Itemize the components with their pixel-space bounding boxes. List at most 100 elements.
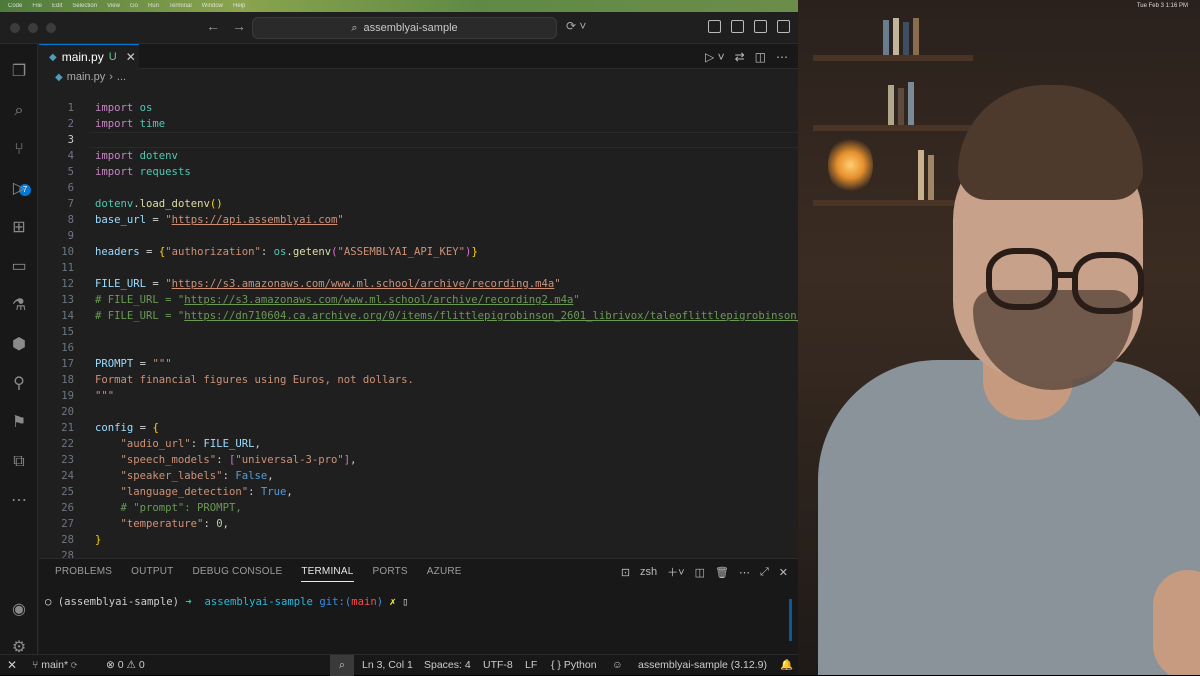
more-icon[interactable]: ⋯ bbox=[739, 566, 750, 579]
code-line: FILE_URL = "https://s3.amazonaws.com/www… bbox=[95, 278, 561, 290]
terminal-scrollbar[interactable] bbox=[789, 599, 792, 641]
more-icon[interactable]: ⋯ bbox=[9, 491, 29, 511]
tab-main-py[interactable]: ◆ main.py U ✕ bbox=[39, 44, 139, 69]
cursor-position[interactable]: Ln 3, Col 1 bbox=[362, 655, 413, 676]
source-control-icon[interactable]: ⑂ bbox=[9, 140, 29, 160]
menu-item[interactable]: File bbox=[32, 3, 42, 9]
search-icon[interactable]: ⌕ bbox=[9, 101, 29, 121]
remote-explorer-icon[interactable]: ▭ bbox=[9, 257, 29, 277]
menu-item[interactable]: Code bbox=[8, 3, 22, 9]
more-actions-icon[interactable]: ⋯ bbox=[776, 50, 788, 64]
explorer-icon[interactable]: ❐ bbox=[9, 62, 29, 82]
forward-arrow-icon[interactable]: → bbox=[232, 18, 246, 34]
webcam-overlay: Tue Feb 3 1:16 PM bbox=[798, 0, 1200, 675]
book bbox=[913, 18, 919, 55]
encoding[interactable]: UTF-8 bbox=[483, 655, 513, 676]
notifications-icon[interactable]: 🔔 bbox=[780, 655, 793, 676]
copilot-icon[interactable]: ⟳ ˅ bbox=[566, 19, 586, 33]
title-bar: ← → ⌕ assemblyai-sample ⟳ ˅ bbox=[0, 12, 798, 44]
bookmark-icon[interactable]: ⚑ bbox=[9, 413, 29, 433]
prompt-env: (assemblyai-sample) bbox=[57, 596, 179, 608]
panel-tabs: PROBLEMS OUTPUT DEBUG CONSOLE TERMINAL P… bbox=[55, 566, 481, 582]
extensions-icon[interactable]: ⊞ bbox=[9, 218, 29, 238]
account-icon[interactable]: ◉ bbox=[9, 600, 29, 620]
line-number: 21 bbox=[61, 422, 74, 434]
tab-label: main.py bbox=[61, 50, 104, 64]
split-editor-icon[interactable]: ◫ bbox=[755, 50, 766, 64]
indentation[interactable]: Spaces: 4 bbox=[424, 655, 471, 676]
tab-ports[interactable]: PORTS bbox=[373, 566, 408, 582]
close-icon[interactable]: ✕ bbox=[126, 50, 136, 64]
split-terminal-icon[interactable]: ◫ bbox=[695, 566, 705, 579]
book bbox=[898, 88, 904, 125]
breadcrumb-more[interactable]: ... bbox=[117, 71, 126, 83]
menu-item[interactable]: Go bbox=[130, 3, 138, 9]
add-terminal-icon[interactable]: ＋˅ bbox=[667, 564, 684, 580]
close-icon[interactable]: ✕ bbox=[779, 566, 788, 579]
code-line: "speech_models": ["universal-3-pro"], bbox=[120, 454, 357, 466]
tab-terminal[interactable]: TERMINAL bbox=[301, 566, 354, 582]
line-number: 5 bbox=[67, 166, 74, 178]
menu-item[interactable]: Terminal bbox=[169, 3, 192, 9]
trash-icon[interactable]: 🗑 bbox=[715, 566, 729, 579]
shell-label[interactable]: zsh bbox=[640, 566, 657, 578]
tab-azure[interactable]: AZURE bbox=[427, 566, 462, 582]
code-line: PROMPT = """ bbox=[95, 358, 172, 370]
prompt-git: git:( bbox=[319, 596, 352, 608]
remote-icon[interactable]: ✕ bbox=[0, 655, 24, 676]
code-editor[interactable]: 1 import os 2 import time 3 4 import dotenv… bbox=[39, 88, 803, 558]
menu-item[interactable]: Run bbox=[148, 3, 159, 9]
maximize-icon[interactable]: ⤢ bbox=[760, 566, 769, 579]
python-interpreter[interactable]: assemblyai-sample (3.12.9) bbox=[638, 655, 767, 676]
python-icon[interactable]: ⚲ bbox=[9, 374, 29, 394]
line-ending[interactable]: LF bbox=[525, 655, 537, 676]
prompt-dirty: ✗ bbox=[389, 596, 396, 608]
git-branch-icon: ⑂ bbox=[32, 659, 42, 671]
zoom-icon[interactable]: ⌕ bbox=[330, 655, 354, 676]
run-debug-icon[interactable]: ▷ bbox=[9, 179, 29, 199]
menu-item[interactable]: Window bbox=[202, 3, 223, 9]
line-number: 17 bbox=[61, 358, 74, 370]
mac-menubar: Code File Edit Selection View Go Run Ter… bbox=[0, 0, 798, 12]
braces-icon: { } bbox=[551, 659, 564, 671]
line-number: 3 bbox=[67, 134, 74, 146]
copilot-status-icon[interactable]: ☺ bbox=[612, 655, 623, 676]
tab-output[interactable]: OUTPUT bbox=[131, 566, 173, 582]
line-number: 28 bbox=[61, 550, 74, 558]
tab-problems[interactable]: PROBLEMS bbox=[55, 566, 112, 582]
toggle-panel-icon[interactable] bbox=[754, 20, 767, 33]
nav-arrows: ← → bbox=[206, 18, 246, 34]
customize-layout-icon[interactable] bbox=[708, 20, 721, 33]
menu-item[interactable]: Selection bbox=[72, 3, 97, 9]
line-number: 27 bbox=[61, 518, 74, 530]
book bbox=[928, 155, 934, 200]
menu-item[interactable]: Edit bbox=[52, 3, 62, 9]
toggle-sidebar-icon[interactable] bbox=[731, 20, 744, 33]
language-mode[interactable]: { } Python bbox=[551, 655, 597, 676]
menu-item[interactable]: View bbox=[107, 3, 120, 9]
line-number: 1 bbox=[67, 102, 74, 114]
window-controls[interactable] bbox=[10, 23, 56, 33]
run-icon[interactable]: ▷ ˅ bbox=[705, 50, 725, 64]
status-bar: ✕ ⑂ main* ⟳ ⊗ 0 ⚠ 0 ⌕ Ln 3, Col 1 Spaces… bbox=[0, 654, 798, 676]
breadcrumb-file[interactable]: main.py bbox=[67, 71, 106, 83]
line-number: 12 bbox=[61, 278, 74, 290]
warning-icon: ⚠ bbox=[126, 659, 139, 671]
azure-icon[interactable]: ⧉ bbox=[9, 452, 29, 472]
menu-item[interactable]: Help bbox=[233, 3, 245, 9]
testing-icon[interactable]: ⚗ bbox=[9, 296, 29, 316]
toggle-secondary-sidebar-icon[interactable] bbox=[777, 20, 790, 33]
back-arrow-icon[interactable]: ← bbox=[206, 18, 220, 34]
command-center-search[interactable]: ⌕ assemblyai-sample bbox=[252, 17, 557, 39]
tab-debug-console[interactable]: DEBUG CONSOLE bbox=[192, 566, 282, 582]
code-line: # FILE_URL = "https://s3.amazonaws.com/w… bbox=[95, 294, 580, 306]
glasses-bridge bbox=[1056, 272, 1076, 278]
search-label: assemblyai-sample bbox=[363, 22, 458, 34]
branch-status[interactable]: ⑂ main* ⟳ bbox=[32, 655, 77, 676]
containers-icon[interactable]: ⬢ bbox=[9, 335, 29, 355]
problems-status[interactable]: ⊗ 0 ⚠ 0 bbox=[106, 655, 145, 676]
editor-actions: ▷ ˅ ⇄ ◫ ⋯ bbox=[705, 50, 788, 64]
terminal-output[interactable]: ○ (assemblyai-sample) ➜ assemblyai-sampl… bbox=[45, 596, 409, 608]
code-line: import os bbox=[95, 102, 153, 114]
compare-icon[interactable]: ⇄ bbox=[735, 50, 745, 64]
